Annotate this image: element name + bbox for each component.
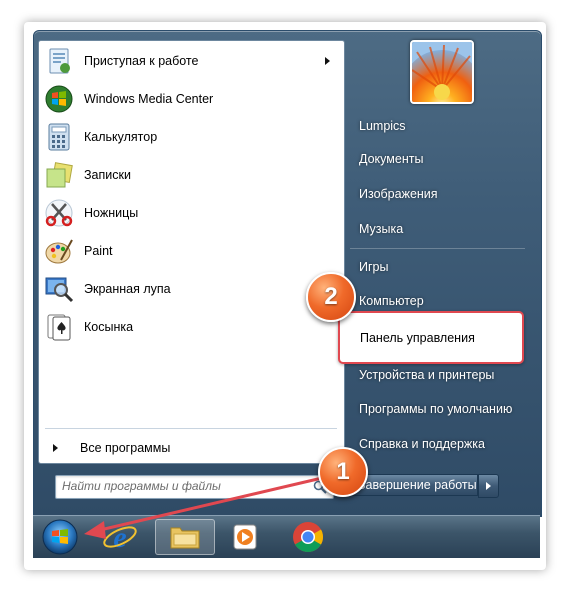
step-number: 1 [336, 458, 350, 485]
step-badge-2: 2 [306, 272, 356, 322]
step-number: 2 [324, 283, 338, 310]
step-badge-1: 1 [318, 447, 368, 497]
annotation-arrow [84, 476, 323, 539]
